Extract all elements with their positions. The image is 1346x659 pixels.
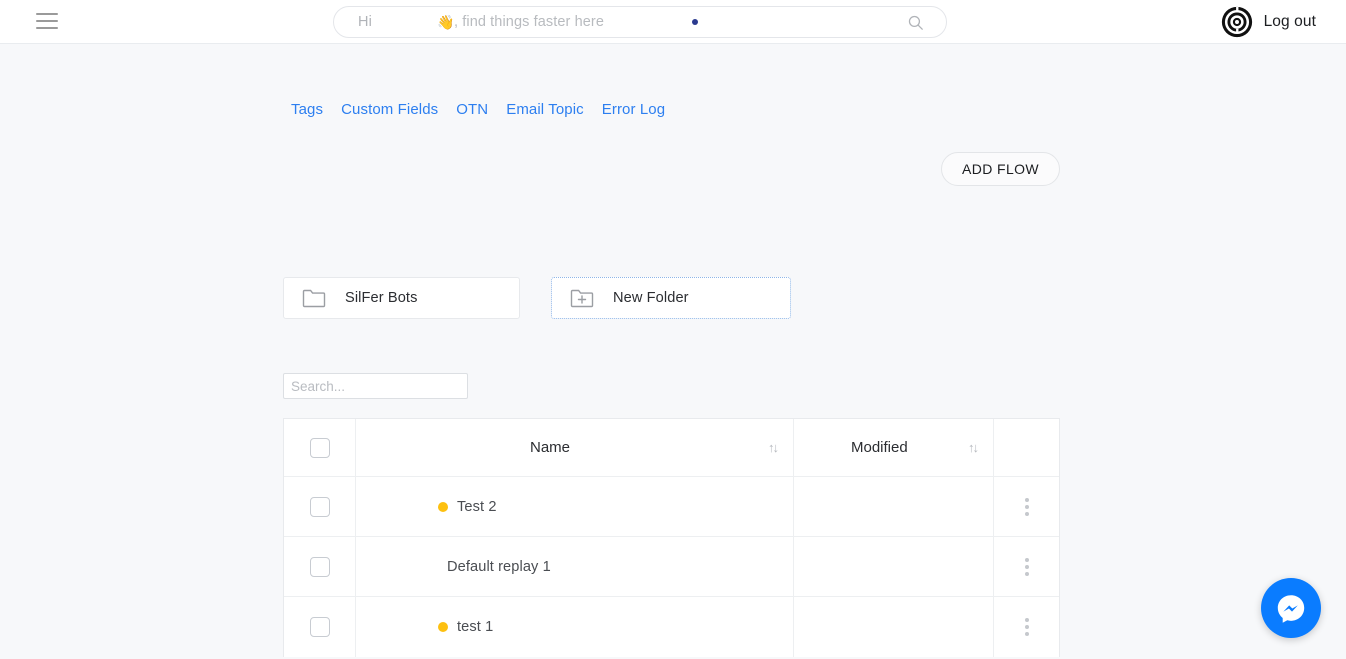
search-icon[interactable]	[907, 14, 924, 31]
row-select-cell	[284, 537, 356, 596]
nav-link-email-topic[interactable]: Email Topic	[506, 101, 584, 118]
row-name-cell: test 1	[356, 597, 794, 657]
messenger-chat-button[interactable]	[1261, 578, 1321, 638]
flows-table: Name ↑↓ Modified ↑↓ Test 2 Default repla…	[283, 418, 1060, 657]
search-hint-text: , find things faster here	[454, 14, 604, 30]
row-checkbox[interactable]	[309, 496, 330, 517]
row-actions-cell	[994, 537, 1059, 596]
global-search-bar[interactable]: Hi 👋 , find things faster here	[333, 6, 947, 38]
messenger-icon	[1277, 595, 1305, 623]
select-all-cell	[284, 419, 356, 476]
hamburger-line	[36, 13, 58, 15]
kebab-menu-icon[interactable]	[1021, 494, 1033, 520]
row-modified-cell	[794, 597, 994, 657]
flow-name: test 1	[457, 619, 494, 635]
nav-link-tags[interactable]: Tags	[291, 101, 323, 118]
table-row[interactable]: Default replay 1	[284, 537, 1059, 597]
nav-link-error-log[interactable]: Error Log	[602, 101, 665, 118]
row-select-cell	[284, 477, 356, 536]
table-row[interactable]: test 1	[284, 597, 1059, 657]
table-search-input[interactable]	[283, 373, 468, 399]
folder-label: New Folder	[613, 290, 689, 306]
row-modified-cell	[794, 477, 994, 536]
spiral-logo-icon	[1221, 6, 1252, 38]
add-flow-button[interactable]: ADD FLOW	[941, 152, 1060, 186]
header-cell-modified: Modified ↑↓	[794, 419, 994, 476]
hamburger-menu-icon[interactable]	[36, 11, 60, 31]
row-name-cell: Default replay 1	[356, 537, 794, 596]
nav-link-custom-fields[interactable]: Custom Fields	[341, 101, 438, 118]
sort-name-icon[interactable]: ↑↓	[768, 440, 779, 455]
nav-link-otn[interactable]: OTN	[456, 101, 488, 118]
secondary-nav: Tags Custom Fields OTN Email Topic Error…	[291, 101, 665, 118]
folder-icon	[302, 289, 326, 308]
flow-name: Test 2	[457, 498, 497, 515]
top-header: Hi 👋 , find things faster here Log out	[0, 0, 1346, 44]
kebab-menu-icon[interactable]	[1021, 614, 1033, 640]
row-actions-cell	[994, 597, 1059, 657]
kebab-menu-icon[interactable]	[1021, 554, 1033, 580]
row-checkbox[interactable]	[309, 617, 330, 637]
row-name-cell: Test 2	[356, 477, 794, 536]
row-modified-cell	[794, 537, 994, 596]
table-row[interactable]: Test 2	[284, 477, 1059, 537]
folder-label: SilFer Bots	[345, 290, 418, 306]
folder-card-silfer-bots[interactable]: SilFer Bots	[283, 277, 520, 319]
status-dot	[438, 501, 448, 512]
search-caret-dot	[692, 19, 698, 25]
table-header-row: Name ↑↓ Modified ↑↓	[284, 419, 1059, 477]
row-checkbox[interactable]	[309, 556, 330, 577]
header-cell-actions	[994, 419, 1059, 476]
logout-label: Log out	[1263, 13, 1316, 30]
hamburger-line	[36, 20, 58, 22]
logout-button[interactable]: Log out	[1219, 4, 1316, 40]
header-cell-name: Name ↑↓	[356, 419, 794, 476]
search-greeting: Hi	[358, 14, 373, 30]
row-actions-cell	[994, 477, 1059, 536]
folder-card-new-folder[interactable]: New Folder	[551, 277, 791, 319]
row-select-cell	[284, 597, 356, 657]
folder-plus-icon	[570, 289, 594, 308]
flow-name: Default replay 1	[447, 558, 551, 575]
status-dot	[438, 622, 448, 632]
sort-modified-icon[interactable]: ↑↓	[968, 440, 979, 455]
column-header-name: Name	[530, 439, 571, 456]
waving-hand-icon: 👋	[437, 14, 455, 30]
column-header-modified: Modified	[851, 439, 908, 456]
hamburger-line	[36, 27, 58, 29]
select-all-checkbox[interactable]	[309, 437, 330, 458]
